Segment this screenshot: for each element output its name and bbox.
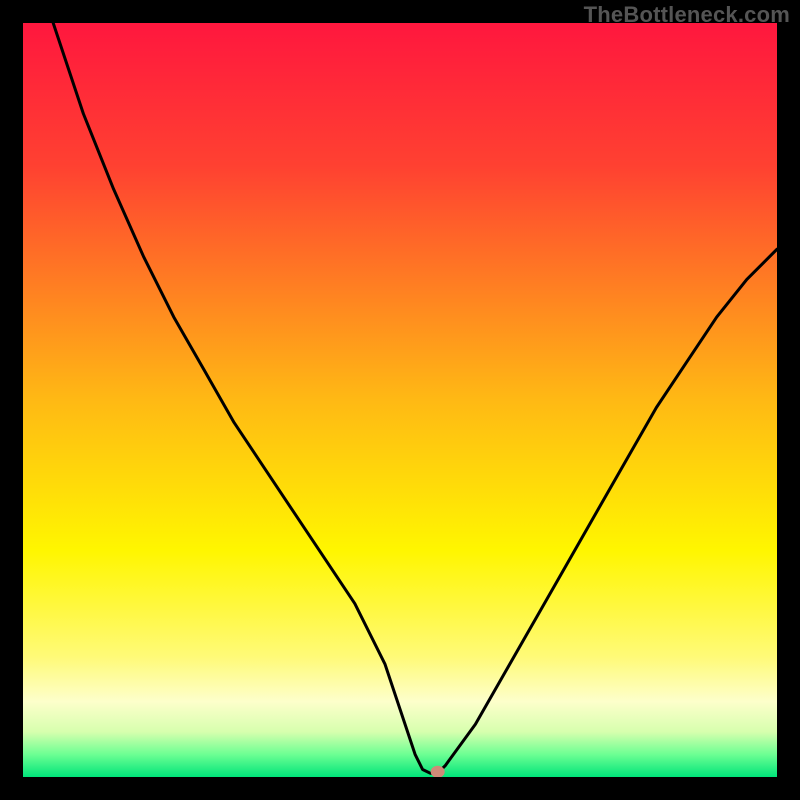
chart-svg	[23, 23, 777, 777]
gradient-rect	[23, 23, 777, 777]
plot-area	[23, 23, 777, 777]
watermark-text: TheBottleneck.com	[584, 2, 790, 28]
chart-container: TheBottleneck.com	[0, 0, 800, 800]
